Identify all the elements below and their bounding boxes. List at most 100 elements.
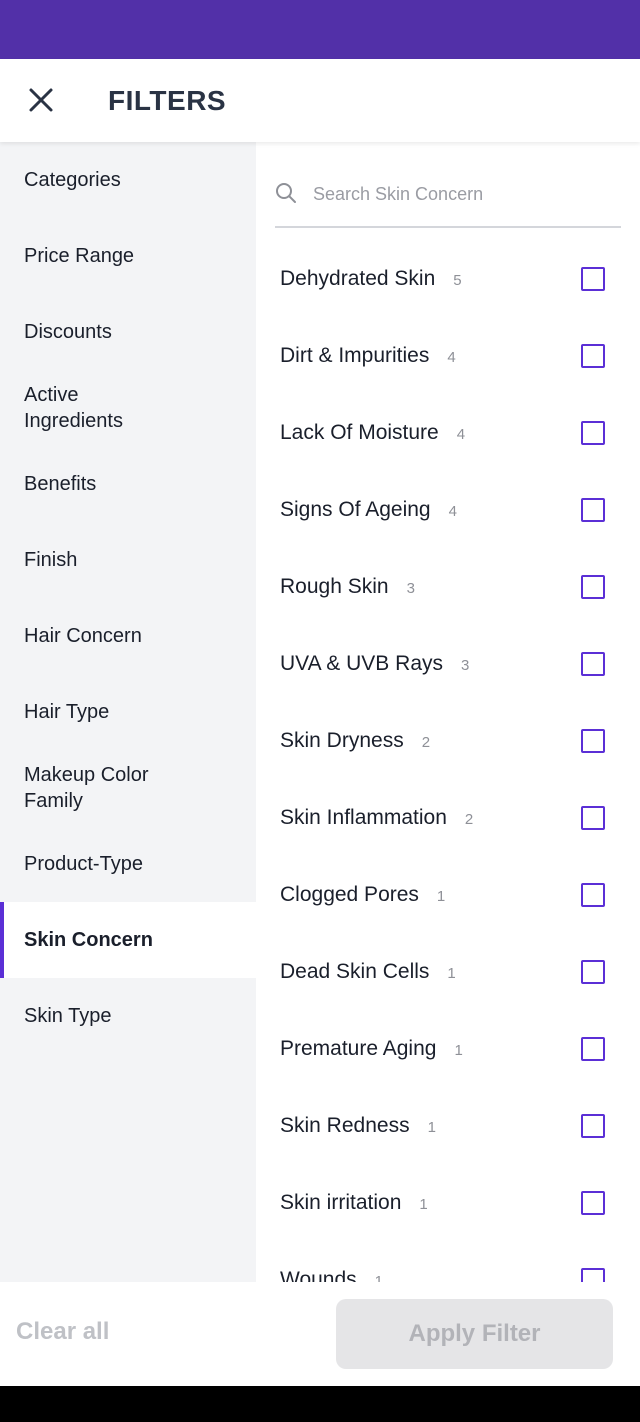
sidebar-item-label: Discounts	[24, 321, 112, 343]
option-label: Clogged Pores 1	[280, 883, 445, 907]
sidebar-item-label: Hair Type	[24, 701, 110, 723]
filter-option-row[interactable]: Premature Aging 1	[256, 1010, 640, 1087]
option-name: Skin Redness	[280, 1113, 410, 1137]
option-checkbox[interactable]	[581, 882, 605, 907]
option-label: Signs Of Ageing 4	[280, 498, 457, 522]
sidebar-item-skin-type[interactable]: Skin Type	[0, 978, 256, 1054]
option-checkbox[interactable]	[581, 651, 605, 676]
option-checkbox[interactable]	[581, 1113, 605, 1138]
option-label: Skin Dryness 2	[280, 729, 430, 753]
option-count: 1	[419, 1195, 428, 1213]
sidebar-item-label: Skin Concern	[24, 929, 153, 951]
option-label: Skin irritation 1	[280, 1191, 428, 1215]
option-count: 1	[427, 1118, 436, 1136]
option-count: 4	[448, 502, 457, 520]
option-name: Skin Dryness	[280, 728, 404, 752]
search-bar	[275, 172, 621, 228]
option-checkbox[interactable]	[581, 343, 605, 368]
page-title: FILTERS	[108, 85, 227, 116]
option-checkbox[interactable]	[581, 497, 605, 522]
option-checkbox[interactable]	[581, 1036, 605, 1061]
sidebar-item-product-type[interactable]: Product-Type	[0, 826, 256, 902]
sidebar-item-hair-concern[interactable]: Hair Concern	[0, 598, 256, 674]
option-label: Dehydrated Skin 5	[280, 267, 462, 291]
footer: Clear all Apply Filter	[0, 1282, 640, 1386]
filter-option-row[interactable]: Skin irritation 1	[256, 1164, 640, 1241]
sidebar-item-finish[interactable]: Finish	[0, 522, 256, 598]
apply-filter-button[interactable]: Apply Filter	[336, 1299, 613, 1369]
option-name: UVA & UVB Rays	[280, 651, 443, 675]
option-name: Skin irritation	[280, 1190, 402, 1214]
option-checkbox[interactable]	[581, 266, 605, 291]
option-checkbox[interactable]	[581, 420, 605, 445]
sidebar-item-skin-concern[interactable]: Skin Concern	[0, 902, 256, 978]
option-count: 1	[374, 1272, 384, 1283]
sidebar-item-makeup-color-family[interactable]: Makeup Color Family	[0, 750, 256, 826]
search-input[interactable]	[311, 176, 615, 212]
sidebar-item-price-range[interactable]: Price Range	[0, 218, 256, 294]
option-count: 4	[447, 348, 456, 366]
option-checkbox[interactable]	[581, 805, 605, 830]
option-count: 3	[461, 656, 470, 674]
option-label: Skin Redness 1	[280, 1114, 436, 1138]
option-name: Lack Of Moisture	[280, 420, 439, 444]
option-count: 1	[447, 964, 456, 982]
option-count: 2	[421, 733, 431, 751]
option-name: Wounds	[280, 1267, 357, 1283]
filter-option-row[interactable]: Dehydrated Skin 5	[256, 240, 640, 317]
filter-option-row[interactable]: Skin Dryness 2	[256, 702, 640, 779]
option-checkbox[interactable]	[581, 959, 605, 984]
filter-option-row[interactable]: Wounds 1	[256, 1241, 640, 1282]
option-name: Signs Of Ageing	[280, 497, 431, 521]
filter-option-row[interactable]: Clogged Pores 1	[256, 856, 640, 933]
option-name: Premature Aging	[280, 1036, 437, 1060]
sidebar-item-hair-type[interactable]: Hair Type	[0, 674, 256, 750]
filter-option-row[interactable]: Lack Of Moisture 4	[256, 394, 640, 471]
option-count: 4	[456, 425, 466, 443]
option-count: 5	[453, 271, 462, 289]
option-label: Premature Aging 1	[280, 1037, 463, 1061]
option-label: Dead Skin Cells 1	[280, 960, 456, 984]
option-count: 1	[436, 887, 446, 905]
filter-option-row[interactable]: Rough Skin 3	[256, 548, 640, 625]
option-checkbox[interactable]	[581, 1267, 605, 1282]
option-count: 3	[406, 579, 415, 597]
sidebar-item-label: Product-Type	[24, 853, 143, 875]
sidebar-item-label: Hair Concern	[24, 625, 142, 647]
option-label: Rough Skin 3	[280, 575, 415, 599]
option-label: UVA & UVB Rays 3	[280, 652, 469, 676]
option-name: Rough Skin	[280, 574, 389, 598]
sidebar-item-label: Price Range	[24, 245, 135, 267]
close-button[interactable]	[24, 83, 58, 117]
option-label: Skin Inflammation 2	[280, 806, 473, 830]
sidebar-item-categories[interactable]: Categories	[0, 142, 256, 218]
sidebar-item-label: Categories	[24, 169, 121, 191]
filter-option-row[interactable]: UVA & UVB Rays 3	[256, 625, 640, 702]
option-count: 2	[464, 810, 474, 828]
filter-option-row[interactable]: Signs Of Ageing 4	[256, 471, 640, 548]
sidebar-item-benefits[interactable]: Benefits	[0, 446, 256, 522]
system-navigation-bar	[0, 1386, 640, 1422]
option-name: Clogged Pores	[280, 882, 419, 906]
option-label: Wounds 1	[280, 1268, 383, 1283]
option-label: Lack Of Moisture 4	[280, 421, 465, 445]
option-checkbox[interactable]	[581, 1190, 605, 1215]
filter-option-row[interactable]: Dirt & Impurities 4	[256, 317, 640, 394]
option-name: Skin Inflammation	[280, 805, 447, 829]
sidebar-item-label: Finish	[24, 549, 78, 571]
header: FILTERS	[0, 59, 640, 142]
clear-all-button[interactable]: Clear all	[16, 1318, 109, 1346]
sidebar-item-label: Makeup Color Family	[24, 764, 149, 812]
option-checkbox[interactable]	[581, 728, 605, 753]
status-bar	[0, 0, 640, 59]
option-name: Dead Skin Cells	[280, 959, 430, 983]
sidebar-item-discounts[interactable]: Discounts	[0, 294, 256, 370]
sidebar-item-label: Skin Type	[24, 1005, 112, 1027]
filter-option-row[interactable]: Dead Skin Cells 1	[256, 933, 640, 1010]
sidebar-item-active-ingredients[interactable]: Active Ingredients	[0, 370, 256, 446]
option-name: Dirt & Impurities	[280, 343, 430, 367]
filter-options-panel: Dehydrated Skin5Dirt & Impurities4Lack O…	[256, 142, 640, 1282]
filter-option-row[interactable]: Skin Redness 1	[256, 1087, 640, 1164]
option-checkbox[interactable]	[581, 574, 605, 599]
filter-option-row[interactable]: Skin Inflammation 2	[256, 779, 640, 856]
